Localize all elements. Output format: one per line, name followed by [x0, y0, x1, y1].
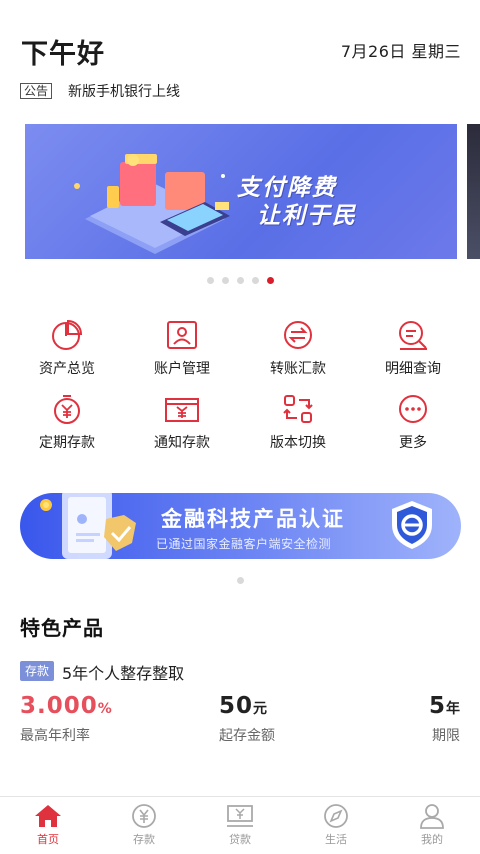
tab-home[interactable]: 首页	[8, 803, 88, 853]
tab-life[interactable]: 生活	[296, 803, 376, 853]
detail-search-icon	[399, 321, 427, 350]
next-banner-peek[interactable]	[467, 124, 480, 259]
rate-metric: 3.000% 最高年利率	[20, 693, 112, 745]
pagination-dot-active[interactable]	[266, 277, 274, 284]
menu-label: 更多	[399, 435, 427, 451]
menu-notice-deposit[interactable]: 通知存款	[122, 392, 242, 462]
promo-pagination-dot	[237, 577, 244, 584]
amount-label: 起存金额	[219, 728, 275, 744]
banner-title-line2: 让利于民	[257, 203, 357, 229]
notice-text[interactable]: 新版手机银行上线	[68, 81, 180, 101]
greeting-title: 下午好	[21, 39, 105, 70]
menu-label: 账户管理	[154, 361, 210, 377]
pie-chart-icon	[52, 319, 83, 350]
term-value: 5	[428, 693, 446, 719]
amount-unit: 元	[253, 701, 268, 717]
pagination-dot[interactable]	[251, 277, 259, 284]
tab-label: 我的	[421, 833, 443, 846]
pagination-dot[interactable]	[221, 277, 229, 284]
banner-slide[interactable]: 支付降费 让利于民	[25, 124, 457, 259]
security-shield-icon	[392, 501, 432, 549]
notice-deposit-icon	[165, 398, 199, 422]
promo-title: 金融科技产品认证	[161, 507, 345, 531]
term-unit: 年	[446, 701, 460, 717]
term-label: 期限	[432, 728, 460, 744]
menu-account-management[interactable]: 账户管理	[122, 318, 242, 388]
more-icon	[399, 395, 427, 423]
menu-label: 资产总览	[39, 361, 95, 377]
menu-label: 转账汇款	[270, 361, 326, 377]
home-icon	[35, 805, 61, 827]
tab-label: 贷款	[229, 833, 251, 846]
rate-value: 3.000	[20, 693, 98, 719]
banner-pagination	[0, 277, 480, 285]
tab-label: 首页	[37, 833, 59, 846]
rate-unit: %	[97, 701, 112, 717]
menu-version-switch[interactable]: 版本切换	[238, 392, 358, 462]
menu-label: 通知存款	[154, 435, 210, 451]
featured-product-card[interactable]: 存款 5年个人整存整取 3.000% 最高年利率 50元 起存金额 5年 期限	[20, 660, 460, 750]
tab-label: 存款	[133, 833, 155, 846]
pagination-dot[interactable]	[236, 277, 244, 284]
product-tag: 存款	[20, 661, 55, 681]
menu-label: 版本切换	[270, 435, 326, 451]
rate-label: 最高年利率	[20, 728, 90, 744]
term-metric: 5年 期限	[429, 693, 460, 745]
menu-fixed-deposit[interactable]: 定期存款	[7, 392, 127, 462]
tab-deposit[interactable]: 存款	[104, 803, 184, 853]
notice-bar[interactable]: 公告 新版手机银行上线	[20, 80, 180, 102]
banner-illustration	[74, 154, 230, 254]
transfer-icon	[284, 321, 312, 349]
tab-loan[interactable]: 贷款	[200, 803, 280, 853]
bottom-tab-bar: 首页 存款 贷款 生活 我的	[0, 796, 480, 854]
amount-metric: 50元 起存金额	[219, 693, 275, 745]
promo-subtitle: 已通过国家金融客户端安全检测	[156, 537, 332, 551]
menu-detail-query[interactable]: 明细查询	[353, 318, 473, 388]
phone-shield-illustration	[40, 493, 136, 559]
user-icon	[420, 804, 444, 829]
product-name: 5年个人整存整取	[62, 664, 185, 683]
menu-asset-overview[interactable]: 资产总览	[7, 318, 127, 388]
loan-icon	[227, 805, 253, 827]
notice-tag: 公告	[20, 83, 53, 99]
compass-icon	[324, 804, 348, 828]
banner-carousel[interactable]: 支付降费 让利于民	[0, 124, 480, 260]
version-switch-icon	[283, 395, 313, 423]
tab-mine[interactable]: 我的	[392, 803, 472, 853]
fixed-deposit-icon	[54, 395, 80, 424]
home-header: 下午好 7月26日 星期三 公告 新版手机银行上线	[0, 0, 480, 120]
account-card-icon	[167, 321, 197, 349]
featured-section-title: 特色产品	[20, 616, 104, 640]
menu-more[interactable]: 更多	[353, 392, 473, 462]
date-label: 7月26日 星期三	[340, 42, 461, 61]
menu-label: 明细查询	[385, 361, 441, 377]
menu-label: 定期存款	[39, 435, 95, 451]
menu-transfer[interactable]: 转账汇款	[238, 318, 358, 388]
pagination-dot[interactable]	[206, 277, 214, 284]
amount-value: 50	[219, 693, 254, 719]
fintech-certification-banner[interactable]: 金融科技产品认证 已通过国家金融客户端安全检测	[20, 493, 461, 559]
tab-label: 生活	[325, 833, 347, 846]
yuan-coin-icon	[132, 804, 156, 828]
